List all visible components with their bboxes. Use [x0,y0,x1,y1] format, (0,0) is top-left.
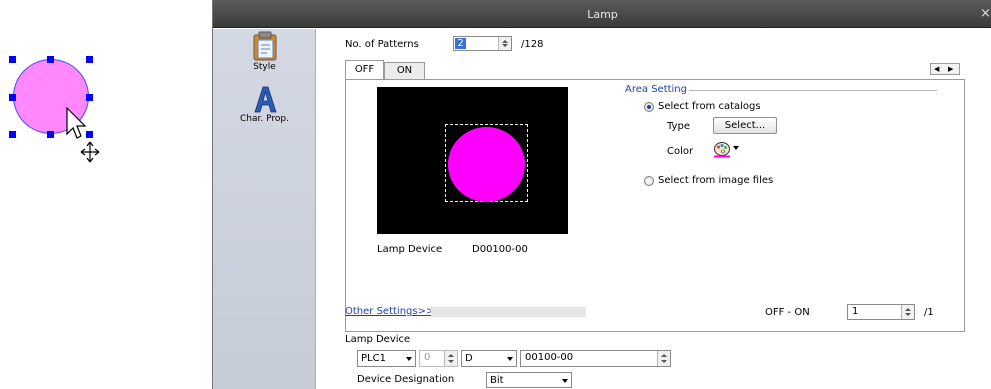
other-settings-bar [431,307,586,317]
spin-buttons[interactable] [901,305,914,319]
sidebar-item-char-prop[interactable]: Char. Prop. [213,85,316,124]
spin-buttons[interactable] [498,37,511,50]
tab-off[interactable]: OFF [345,60,384,79]
tab-scroll-buttons[interactable]: ◀ ▶ [930,63,960,75]
chevron-down-icon [562,379,568,383]
resize-handle-nw[interactable] [9,56,16,63]
off-on-label: OFF - ON [765,307,810,318]
close-icon[interactable]: × [980,7,991,21]
scroll-left-icon[interactable]: ◀ [934,64,939,75]
palette-icon [714,142,730,158]
radio-select-from-catalogs[interactable] [644,102,654,112]
off-on-spinner[interactable]: 1 [847,304,915,320]
chevron-down-icon [507,357,513,361]
color-dropdown-arrow[interactable] [733,146,739,150]
clipboard-icon [253,31,276,61]
device-designation-label: Device Designation [357,374,455,385]
off-on-value: 1 [852,306,859,317]
sidebar-item-label: Char. Prop. [240,114,289,124]
resize-handle-n[interactable] [47,56,54,63]
catalog-option-label: Select from catalogs [658,101,761,112]
resize-handle-sw[interactable] [9,131,16,138]
radio-select-from-image-files[interactable] [644,176,654,186]
resize-handle-ne[interactable] [86,56,93,63]
spin-buttons[interactable] [444,351,457,366]
device-type-value: D [465,353,473,364]
spin-buttons[interactable] [657,351,670,366]
resize-handle-se[interactable] [86,131,93,138]
device-designation-value: Bit [490,375,504,386]
tab-on[interactable]: ON [384,62,425,79]
device-designation-select[interactable]: Bit [486,372,572,388]
other-settings-link[interactable]: Other Settings>> [345,306,434,317]
resize-handle-w[interactable] [9,94,16,101]
address-spinner[interactable]: 00100-00 [520,350,671,367]
dialog-content: No. of Patterns 2 /128 OFF ON ◀ ▶ Lamp D… [317,29,991,389]
lamp-dialog: Lamp × Style Char. Prop. No. of Patterns [212,0,991,389]
sidebar: Style Char. Prop. [213,29,316,389]
station-value: 0 [424,352,431,363]
canvas-lamp-object[interactable] [0,0,120,180]
type-label: Type [667,121,690,132]
address-value: 00100-00 [525,352,574,363]
patterns-spinner[interactable]: 2 [453,36,512,51]
area-setting-title: Area Setting [625,84,687,95]
off-on-max: /1 [924,307,934,318]
color-picker-button[interactable] [713,141,741,159]
sidebar-item-label: Style [253,62,276,72]
color-label: Color [667,146,694,157]
move-cursor-icon [80,141,100,163]
plc-value: PLC1 [361,353,386,364]
patterns-value: 2 [455,38,466,49]
title-bar[interactable]: Lamp × [213,0,991,28]
chevron-down-icon [406,357,412,361]
patterns-label: No. of Patterns [345,39,419,50]
tab-label: ON [396,65,413,76]
preview-lamp-device-label: Lamp Device [377,244,443,255]
letter-a-icon [253,86,277,113]
resize-handle-s[interactable] [47,131,54,138]
device-type-select[interactable]: D [461,350,517,367]
preview-lamp-circle [448,127,525,202]
sidebar-item-style[interactable]: Style [213,31,316,72]
arrow-cursor-icon [66,107,86,139]
dialog-title: Lamp [587,8,618,21]
patterns-max: /128 [521,39,544,50]
scroll-right-icon[interactable]: ▶ [948,64,953,75]
plc-select[interactable]: PLC1 [357,350,416,367]
image-option-label: Select from image files [658,175,774,186]
lamp-device-section-label: Lamp Device [345,334,411,345]
preview-lamp-device-value: D00100-00 [472,244,528,255]
select-type-button[interactable]: Select... [713,117,777,134]
resize-handle-e[interactable] [86,94,93,101]
lamp-preview [377,87,568,234]
tab-label: OFF [354,64,375,75]
area-setting-divider [689,90,937,91]
station-spinner[interactable]: 0 [419,350,458,367]
